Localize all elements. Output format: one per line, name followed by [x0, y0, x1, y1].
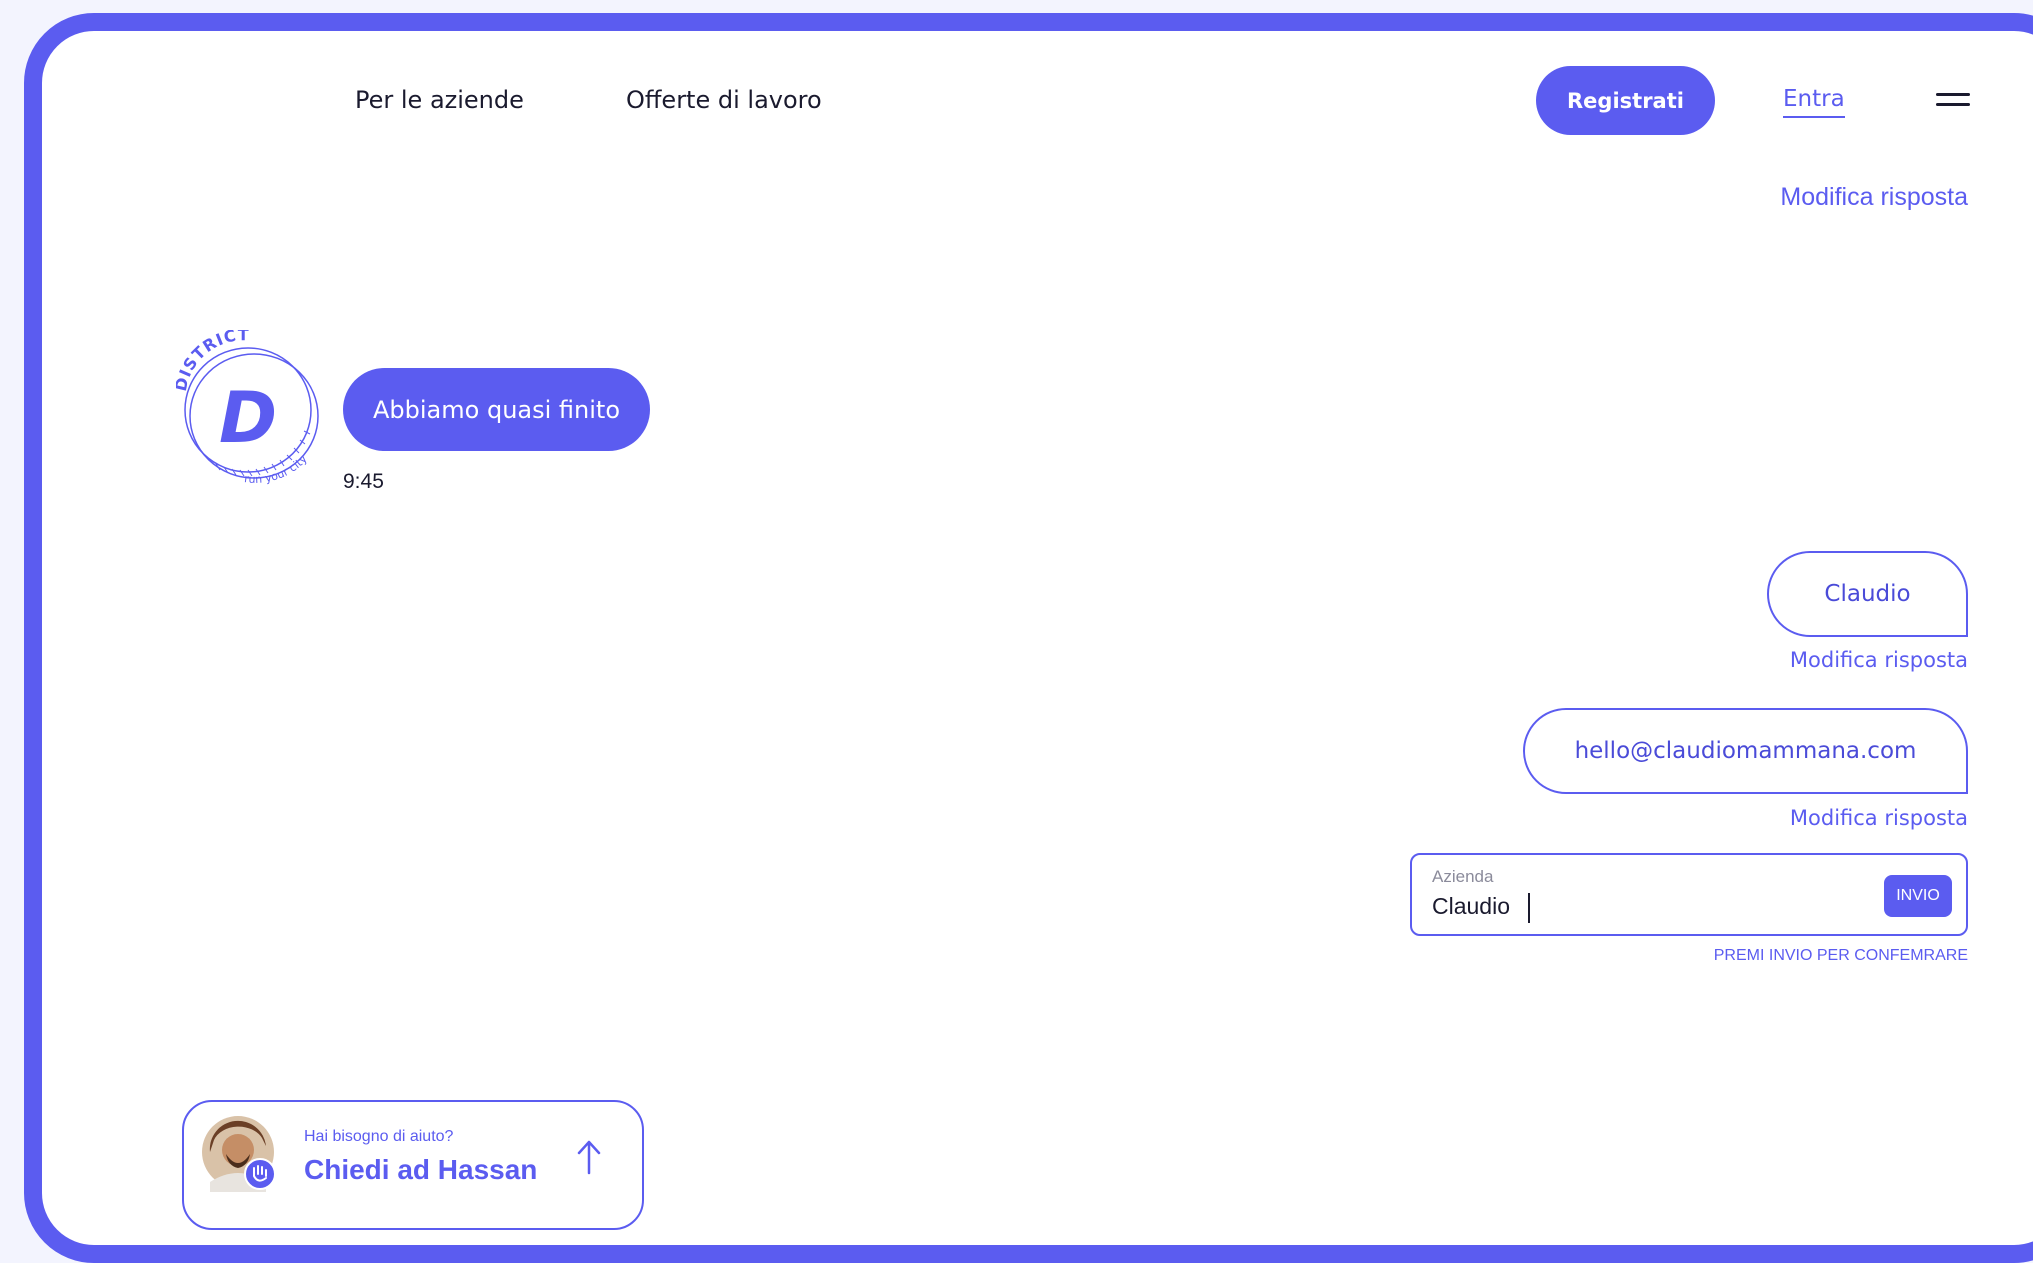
nav-link-offerte[interactable]: Offerte di lavoro [626, 86, 822, 114]
confirm-hint: PREMI INVIO PER CONFEMRARE [1713, 947, 1968, 964]
edit-answer-link[interactable]: Modifica risposta [1790, 648, 1968, 672]
hassan-avatar [202, 1116, 276, 1192]
company-input-label: Azienda [1432, 867, 1494, 886]
hamburger-menu-icon[interactable] [1936, 93, 1970, 107]
text-caret [1528, 893, 1530, 923]
message-timestamp: 9:45 [343, 470, 384, 493]
register-button[interactable]: Registrati [1536, 66, 1715, 135]
svg-text:D: D [219, 377, 277, 459]
app-frame [24, 13, 2033, 1263]
nav-link-aziende[interactable]: Per le aziende [355, 86, 524, 114]
company-input[interactable] [1432, 893, 1832, 920]
bot-message: Abbiamo quasi finito [343, 368, 650, 451]
district-logo-icon: DISTRICT D run your city [176, 330, 319, 486]
user-answer-bubble: hello@claudiomammana.com [1523, 708, 1968, 794]
send-button[interactable]: INVIO [1884, 875, 1952, 917]
arrow-up-icon[interactable] [574, 1137, 604, 1177]
company-input-box[interactable]: Azienda INVIO [1410, 853, 1968, 936]
login-link[interactable]: Entra [1783, 86, 1845, 118]
help-subtitle: Hai bisogno di aiuto? [304, 1128, 454, 1145]
help-card[interactable]: Hai bisogno di aiuto? Chiedi ad Hassan [182, 1100, 644, 1230]
help-title: Chiedi ad Hassan [304, 1154, 538, 1185]
edit-answer-link-top[interactable]: Modifica risposta [1780, 183, 1968, 212]
user-answer-bubble: Claudio [1767, 551, 1968, 637]
edit-answer-link[interactable]: Modifica risposta [1790, 806, 1968, 830]
